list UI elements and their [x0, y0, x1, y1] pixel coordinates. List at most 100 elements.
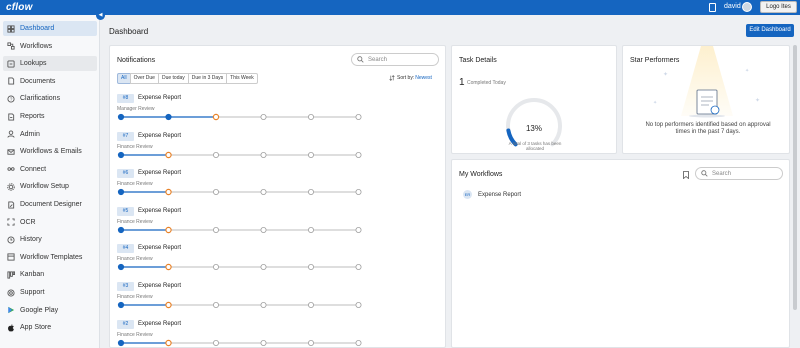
svg-text:?: ?	[10, 96, 13, 101]
page-scrollbar[interactable]	[793, 45, 797, 310]
progress-step	[117, 301, 125, 309]
progress-step	[165, 264, 172, 271]
search-placeholder: Search	[368, 56, 388, 63]
sidebar-item-workflow-templates[interactable]: Workflow Templates	[3, 250, 97, 265]
filter-over-due[interactable]: Over Due	[129, 73, 159, 84]
svg-text:✦: ✦	[755, 97, 760, 104]
sidebar-item-label: App Store	[20, 324, 52, 332]
google-play-icon	[7, 306, 15, 314]
notification-name: Expense Report	[138, 283, 182, 289]
lookups-icon	[7, 60, 15, 68]
workflow-item-label: Expense Report	[478, 191, 522, 198]
history-icon	[7, 236, 15, 244]
ocr-icon	[7, 218, 15, 226]
progress-step	[117, 339, 125, 346]
filter-due-in-3-days[interactable]: Due in 3 Days	[187, 73, 228, 84]
sidebar-item-connect[interactable]: Connect	[3, 162, 97, 177]
collapse-sidebar-button[interactable]: ◀	[96, 11, 105, 20]
search-icon	[357, 56, 364, 63]
sidebar-item-history[interactable]: History	[3, 232, 97, 247]
sidebar-item-admin[interactable]: Admin	[3, 127, 97, 142]
user-name[interactable]: david	[724, 3, 741, 10]
notification-stage: Finance Review	[117, 256, 153, 263]
notification-name: Expense Report	[138, 207, 182, 214]
gauge-percent: 13%	[525, 124, 542, 133]
progress-step	[307, 264, 314, 271]
notification-id-badge: #2	[117, 319, 134, 329]
sidebar-item-workflows[interactable]: Workflows	[3, 39, 97, 54]
search-placeholder: Search	[712, 170, 732, 177]
workflows-emails-icon	[7, 148, 15, 156]
sort-control[interactable]: Sort by: Newest	[389, 75, 432, 81]
sidebar-item-document-designer[interactable]: Document Designer	[3, 197, 97, 212]
notification-item[interactable]: #8 Expense Report Manager Review	[117, 94, 437, 131]
file-icon[interactable]	[709, 3, 716, 12]
filter-this-week[interactable]: This Week	[226, 73, 258, 84]
notification-id-badge: #7	[117, 131, 134, 141]
notification-item[interactable]: #3 Expense Report Finance Review	[117, 282, 437, 319]
app-logo[interactable]: cflow	[6, 2, 33, 13]
workflow-progress-track	[117, 113, 362, 121]
document-designer-icon	[7, 200, 15, 209]
progress-step	[165, 188, 172, 196]
notification-item[interactable]: #7 Expense Report Finance Review	[117, 131, 437, 169]
bookmark-icon[interactable]	[683, 171, 689, 179]
sidebar-item-dashboard[interactable]: Dashboard	[3, 21, 97, 36]
progress-step	[260, 114, 267, 120]
my-workflows-card: My Workflows Search ER Expense Report	[451, 159, 790, 348]
reports-icon	[7, 112, 15, 121]
progress-step	[213, 226, 220, 233]
progress-step	[355, 151, 362, 158]
notifications-search-input[interactable]: Search	[351, 53, 439, 66]
task-details-card: Task Details 1 Completed Today 13% A tot…	[451, 45, 617, 154]
notification-item[interactable]: #6 Expense Report Finance Review	[117, 169, 437, 206]
completed-label: Completed Today	[467, 80, 506, 86]
documents-icon	[7, 77, 15, 85]
workflow-setup-icon	[7, 183, 15, 191]
svg-text:✦: ✦	[653, 100, 657, 106]
sidebar-item-reports[interactable]: Reports	[3, 109, 97, 124]
progress-step	[117, 151, 125, 158]
sidebar-item-label: Admin	[20, 130, 40, 138]
notification-item[interactable]: #5 Expense Report Finance Review	[117, 206, 437, 244]
notification-stage: Finance Review	[117, 181, 153, 188]
sidebar-item-google-play[interactable]: Google Play	[3, 303, 97, 318]
workflows-search-input[interactable]: Search	[695, 167, 783, 180]
notification-item[interactable]: #4 Expense Report Finance Review	[117, 244, 437, 281]
avatar[interactable]	[742, 2, 752, 12]
svg-text:✦: ✦	[745, 68, 749, 74]
task-details-title: Task Details	[459, 57, 497, 64]
sidebar-item-clarifications[interactable]: ? Clarifications	[3, 91, 97, 106]
notification-item[interactable]: #2 Expense Report Finance Review	[117, 319, 437, 347]
progress-step	[213, 189, 220, 196]
sidebar-item-kanban[interactable]: Kanban	[3, 267, 97, 282]
sidebar-item-app-store[interactable]: App Store	[3, 320, 97, 335]
filter-due-today[interactable]: Due today	[157, 73, 189, 84]
progress-step	[117, 226, 125, 233]
notification-stage: Finance Review	[117, 143, 153, 150]
connect-icon	[7, 165, 15, 173]
filter-all[interactable]: All	[117, 73, 131, 84]
sidebar-item-lookups[interactable]: Lookups	[3, 56, 97, 72]
progress-step	[165, 226, 172, 233]
sidebar-item-label: Support	[20, 289, 45, 296]
star-performers-card: ✦ ✦ ✦ ✦ Star Performers No top performer…	[622, 45, 790, 154]
sidebar-item-workflows-emails[interactable]: Workflows & Emails	[3, 144, 97, 159]
sidebar-item-documents[interactable]: Documents	[3, 74, 97, 89]
sidebar-item-support[interactable]: Support	[3, 285, 97, 300]
sidebar-item-label: Clarifications	[20, 95, 61, 103]
notification-name: Expense Report	[138, 320, 182, 327]
progress-step	[165, 339, 172, 346]
notification-filters: All Over Due Due today Due in 3 Days This We…	[117, 73, 258, 84]
workflows-icon	[7, 42, 15, 50]
progress-step	[307, 114, 314, 120]
edit-dashboard-button[interactable]: Edit Dashboard	[746, 24, 794, 37]
sidebar-item-ocr[interactable]: OCR	[3, 215, 97, 230]
notification-name: Expense Report	[138, 170, 182, 177]
logout-button[interactable]: Logo Ites	[760, 1, 797, 13]
progress-step	[165, 301, 172, 309]
notification-id-badge: #8	[117, 94, 134, 103]
page-title: Dashboard	[109, 27, 149, 36]
sidebar-item-workflow-setup[interactable]: Workflow Setup	[3, 179, 97, 194]
workflow-item[interactable]: ER Expense Report	[463, 190, 521, 199]
